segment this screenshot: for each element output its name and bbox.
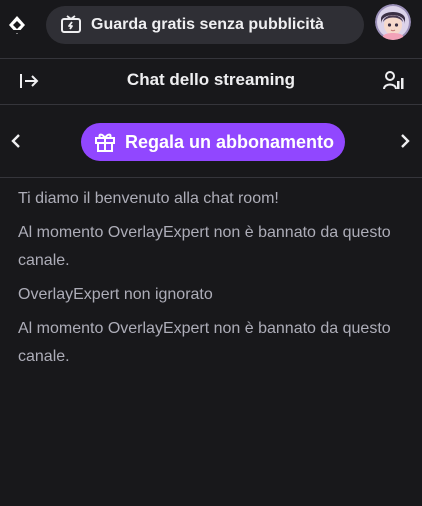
gift-subscription-label: Regala un abbonamento bbox=[125, 131, 335, 152]
top-bar: Guarda gratis senza pubblicità bbox=[0, 0, 422, 50]
chat-header: Chat dello streaming bbox=[0, 58, 422, 104]
prime-crown-icon[interactable] bbox=[8, 15, 26, 35]
tv-icon bbox=[60, 15, 82, 35]
watch-ad-free-label: Guarda gratis senza pubblicità bbox=[91, 16, 324, 33]
gift-icon bbox=[94, 131, 116, 153]
chat-title: Chat dello streaming bbox=[126, 70, 296, 89]
chat-message-list: Ti diamo il benvenuto alla chat room! Al… bbox=[18, 185, 408, 377]
gift-subscription-button[interactable]: Regala un abbonamento bbox=[81, 123, 345, 161]
header-divider bbox=[0, 104, 422, 105]
user-avatar[interactable] bbox=[375, 4, 411, 40]
chevron-left-icon[interactable] bbox=[9, 131, 23, 151]
chat-message: Ti diamo il benvenuto alla chat room! bbox=[18, 190, 279, 207]
chat-message: OverlayExpert non ignorato bbox=[18, 286, 213, 303]
chat-message: Al momento OverlayExpert non è bannato d… bbox=[18, 320, 391, 365]
community-users-icon[interactable] bbox=[382, 69, 406, 93]
subscription-divider bbox=[0, 177, 422, 178]
watch-ad-free-button[interactable]: Guarda gratis senza pubblicità bbox=[46, 6, 364, 44]
chevron-right-icon[interactable] bbox=[398, 131, 412, 151]
chat-message: Al momento OverlayExpert non è bannato d… bbox=[18, 224, 391, 269]
subscription-row: Regala un abbonamento bbox=[0, 107, 422, 177]
